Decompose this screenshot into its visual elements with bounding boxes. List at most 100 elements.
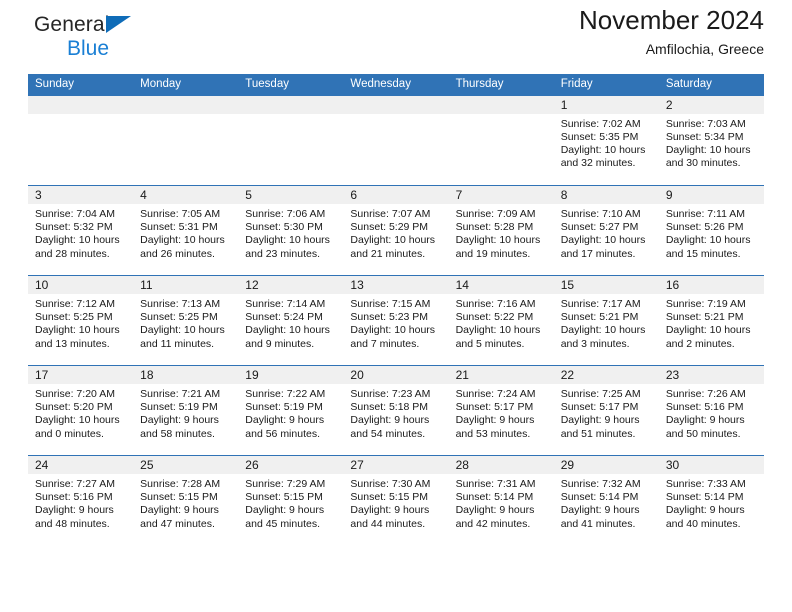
day-cell-inner: 24 Sunrise: 7:27 AM Sunset: 5:16 PM Dayligh… <box>28 456 134 531</box>
day-daylight-line1-text: Daylight: 9 hours <box>665 414 745 427</box>
calendar-day-cell[interactable]: 25 Sunrise: 7:28 AM Sunset: 5:15 PM Dayligh… <box>133 455 239 546</box>
day-sunrise-text: Sunrise: 7:02 AM <box>560 117 641 130</box>
calendar-day-cell[interactable]: 13 Sunrise: 7:15 AM Sunset: 5:23 PM Dayligh… <box>343 275 449 366</box>
day-number: 11 <box>133 276 239 294</box>
calendar-day-cell[interactable]: 30 Sunrise: 7:33 AM Sunset: 5:14 PM Dayligh… <box>658 455 764 546</box>
day-details: Sunrise: 7:31 AM Sunset: 5:14 PM Daylight:… <box>449 474 554 531</box>
day-number: 21 <box>448 366 554 384</box>
day-sunrise-text: Sunrise: 7:24 AM <box>455 388 536 400</box>
day-cell-inner: 13 Sunrise: 7:15 AM Sunset: 5:23 PM Dayligh… <box>343 276 449 351</box>
calendar-day-cell[interactable]: 15 Sunrise: 7:17 AM Sunset: 5:21 PM Dayligh… <box>553 275 659 366</box>
day-sunset-text: Sunset: 5:19 PM <box>245 401 323 414</box>
day-details: Sunrise: 7:32 AM Sunset: 5:14 PM Daylight:… <box>554 474 659 531</box>
day-daylight-line2-text: and 11 minutes. <box>140 337 215 350</box>
calendar-day-cell[interactable]: 5 Sunrise: 7:06 AM Sunset: 5:30 PM Daylight… <box>238 185 344 276</box>
day-sunset-text: Sunset: 5:17 PM <box>455 401 534 414</box>
day-sunrise-text: Sunrise: 7:33 AM <box>665 478 746 490</box>
day-details: Sunrise: 7:14 AM Sunset: 5:24 PM Daylight:… <box>238 294 343 351</box>
day-sunrise-text: Sunrise: 7:11 AM <box>665 208 746 220</box>
day-daylight-line1-text: Daylight: 10 hours <box>35 414 120 427</box>
day-daylight-line2-text: and 50 minutes. <box>665 427 741 440</box>
day-sunrise-text: Sunrise: 7:04 AM <box>35 208 115 220</box>
calendar-day-cell[interactable]: 21 Sunrise: 7:24 AM Sunset: 5:17 PM Dayligh… <box>448 365 554 456</box>
day-cell-inner: 3 Sunrise: 7:04 AM Sunset: 5:32 PM Daylight… <box>28 186 134 261</box>
day-cell-inner: 17 Sunrise: 7:20 AM Sunset: 5:20 PM Dayligh… <box>28 366 134 441</box>
calendar-cell-empty <box>238 95 344 186</box>
day-number <box>28 95 134 114</box>
day-details: Sunrise: 7:15 AM Sunset: 5:23 PM Daylight:… <box>343 294 448 351</box>
day-details: Sunrise: 7:10 AM Sunset: 5:27 PM Daylight:… <box>554 204 659 261</box>
calendar-day-cell[interactable]: 11 Sunrise: 7:13 AM Sunset: 5:25 PM Dayligh… <box>133 275 239 366</box>
day-details: Sunrise: 7:13 AM Sunset: 5:25 PM Daylight:… <box>133 294 238 351</box>
day-daylight-line1-text: Daylight: 10 hours <box>140 324 225 337</box>
day-sunrise-text: Sunrise: 7:13 AM <box>140 298 221 310</box>
day-sunrise-text: Sunrise: 7:10 AM <box>560 208 641 220</box>
weekday-header-sunday: Sunday <box>28 74 134 96</box>
day-cell-inner: 12 Sunrise: 7:14 AM Sunset: 5:24 PM Dayligh… <box>238 276 344 351</box>
calendar-day-cell[interactable]: 1 Sunrise: 7:02 AM Sunset: 5:35 PM Daylight… <box>553 95 659 186</box>
day-daylight-line2-text: and 53 minutes. <box>455 427 531 440</box>
calendar-day-cell[interactable]: 27 Sunrise: 7:30 AM Sunset: 5:15 PM Dayligh… <box>343 455 449 546</box>
calendar-day-cell[interactable]: 28 Sunrise: 7:31 AM Sunset: 5:14 PM Dayligh… <box>448 455 554 546</box>
calendar-day-cell[interactable]: 26 Sunrise: 7:29 AM Sunset: 5:15 PM Dayligh… <box>238 455 344 546</box>
general-blue-logo[interactable]: General Blue <box>34 14 131 59</box>
day-number: 17 <box>28 366 134 384</box>
calendar-page: General Blue November 2024 Amfilochia, G… <box>0 0 792 612</box>
day-details: Sunrise: 7:25 AM Sunset: 5:17 PM Daylight:… <box>554 384 659 441</box>
day-number: 20 <box>343 366 449 384</box>
calendar-day-cell[interactable]: 23 Sunrise: 7:26 AM Sunset: 5:16 PM Dayligh… <box>658 365 764 456</box>
day-cell-inner <box>343 95 449 114</box>
day-number: 30 <box>658 456 764 474</box>
day-daylight-line2-text: and 54 minutes. <box>350 427 426 440</box>
calendar-day-cell[interactable]: 16 Sunrise: 7:19 AM Sunset: 5:21 PM Dayligh… <box>658 275 764 366</box>
day-daylight-line1-text: Daylight: 10 hours <box>455 324 541 337</box>
calendar-day-cell[interactable]: 18 Sunrise: 7:21 AM Sunset: 5:19 PM Dayligh… <box>133 365 239 456</box>
day-details: Sunrise: 7:29 AM Sunset: 5:15 PM Daylight:… <box>238 474 343 531</box>
day-cell-inner: 6 Sunrise: 7:07 AM Sunset: 5:29 PM Daylight… <box>343 186 449 261</box>
calendar-day-cell[interactable]: 29 Sunrise: 7:32 AM Sunset: 5:14 PM Dayligh… <box>553 455 659 546</box>
day-number <box>238 95 344 114</box>
day-cell-inner: 30 Sunrise: 7:33 AM Sunset: 5:14 PM Dayligh… <box>658 456 764 531</box>
calendar-day-cell[interactable]: 10 Sunrise: 7:12 AM Sunset: 5:25 PM Dayligh… <box>28 275 134 366</box>
calendar-day-cell[interactable]: 7 Sunrise: 7:09 AM Sunset: 5:28 PM Daylight… <box>448 185 554 276</box>
day-daylight-line1-text: Daylight: 10 hours <box>35 324 120 337</box>
day-sunset-text: Sunset: 5:25 PM <box>35 311 113 324</box>
day-number: 2 <box>658 95 764 114</box>
day-number: 1 <box>553 95 659 114</box>
day-daylight-line1-text: Daylight: 9 hours <box>350 504 430 517</box>
day-sunset-text: Sunset: 5:15 PM <box>350 491 429 504</box>
day-daylight-line2-text: and 26 minutes. <box>140 247 215 260</box>
calendar-day-cell[interactable]: 20 Sunrise: 7:23 AM Sunset: 5:18 PM Dayligh… <box>343 365 449 456</box>
day-daylight-line2-text: and 45 minutes. <box>245 517 320 530</box>
day-details: Sunrise: 7:05 AM Sunset: 5:31 PM Daylight:… <box>133 204 238 261</box>
day-daylight-line1-text: Daylight: 9 hours <box>350 414 430 427</box>
day-cell-inner: 29 Sunrise: 7:32 AM Sunset: 5:14 PM Dayligh… <box>553 456 659 531</box>
calendar-day-cell[interactable]: 4 Sunrise: 7:05 AM Sunset: 5:31 PM Daylight… <box>133 185 239 276</box>
calendar-day-cell[interactable]: 2 Sunrise: 7:03 AM Sunset: 5:34 PM Daylight… <box>658 95 764 186</box>
calendar-day-cell[interactable]: 6 Sunrise: 7:07 AM Sunset: 5:29 PM Daylight… <box>343 185 449 276</box>
day-number: 4 <box>133 186 239 204</box>
day-daylight-line2-text: and 21 minutes. <box>350 247 426 260</box>
day-cell-inner: 2 Sunrise: 7:03 AM Sunset: 5:34 PM Daylight… <box>658 95 764 171</box>
day-sunset-text: Sunset: 5:16 PM <box>665 401 744 414</box>
day-sunset-text: Sunset: 5:14 PM <box>560 491 639 504</box>
calendar-day-cell[interactable]: 9 Sunrise: 7:11 AM Sunset: 5:26 PM Daylight… <box>658 185 764 276</box>
calendar-day-cell[interactable]: 19 Sunrise: 7:22 AM Sunset: 5:19 PM Dayligh… <box>238 365 344 456</box>
calendar-day-cell[interactable]: 8 Sunrise: 7:10 AM Sunset: 5:27 PM Daylight… <box>553 185 659 276</box>
day-sunrise-text: Sunrise: 7:20 AM <box>35 388 115 400</box>
day-daylight-line2-text: and 32 minutes. <box>560 157 636 170</box>
calendar-day-cell[interactable]: 17 Sunrise: 7:20 AM Sunset: 5:20 PM Dayligh… <box>28 365 134 456</box>
calendar-day-cell[interactable]: 12 Sunrise: 7:14 AM Sunset: 5:24 PM Dayligh… <box>238 275 344 366</box>
day-number: 9 <box>658 186 764 204</box>
calendar-day-cell[interactable]: 3 Sunrise: 7:04 AM Sunset: 5:32 PM Daylight… <box>28 185 134 276</box>
day-daylight-line1-text: Daylight: 10 hours <box>560 234 646 247</box>
weekday-header-thursday: Thursday <box>448 74 554 96</box>
calendar-week-row: 1 Sunrise: 7:02 AM Sunset: 5:35 PM Daylight… <box>28 95 764 186</box>
calendar-day-cell[interactable]: 22 Sunrise: 7:25 AM Sunset: 5:17 PM Dayligh… <box>553 365 659 456</box>
day-daylight-line1-text: Daylight: 10 hours <box>350 324 436 337</box>
day-details: Sunrise: 7:07 AM Sunset: 5:29 PM Daylight:… <box>343 204 448 261</box>
day-sunrise-text: Sunrise: 7:03 AM <box>665 117 746 130</box>
calendar-day-cell[interactable]: 14 Sunrise: 7:16 AM Sunset: 5:22 PM Dayligh… <box>448 275 554 366</box>
calendar-day-cell[interactable]: 24 Sunrise: 7:27 AM Sunset: 5:16 PM Dayligh… <box>28 455 134 546</box>
day-daylight-line2-text: and 30 minutes. <box>665 157 741 170</box>
